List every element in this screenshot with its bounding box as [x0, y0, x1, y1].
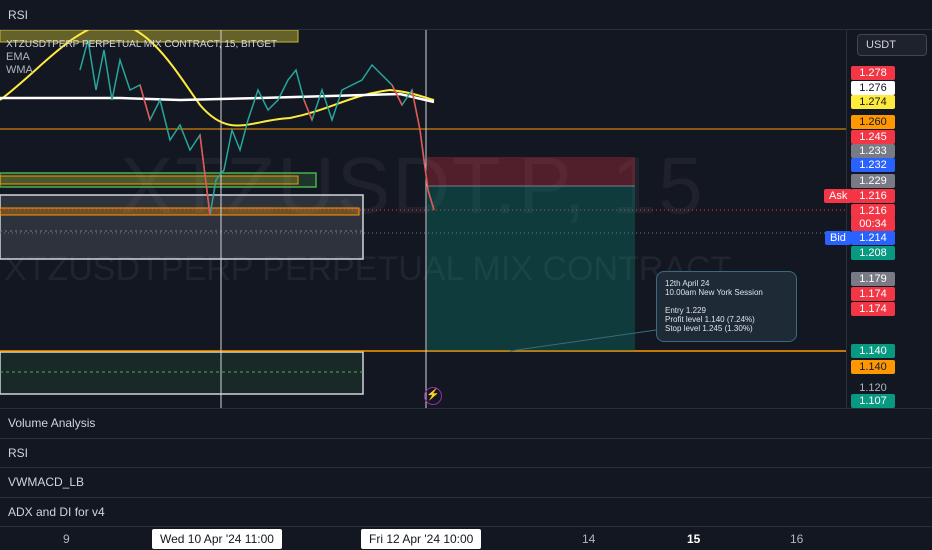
demand-zone-inner: [0, 175, 299, 185]
time-tick: 15: [687, 532, 701, 546]
rsi-top-pane[interactable]: RSI: [0, 0, 932, 30]
price-label: 1.140: [851, 360, 895, 374]
price-label: 1.274: [851, 95, 895, 109]
pane-label: VWMACD_LB: [8, 475, 85, 489]
price-label: 1.120: [859, 382, 887, 394]
indicator-panes: Volume Analysis RSI VWMACD_LB ADX and DI…: [0, 408, 932, 526]
ema-line: [0, 92, 435, 104]
currency-selector[interactable]: USDT: [857, 34, 927, 56]
stop-loss-zone: [427, 157, 635, 186]
take-profit-zone: [427, 186, 635, 351]
bottom-zone: [0, 351, 364, 395]
price-label: 1.174: [851, 287, 895, 301]
price-label: 1.216: [851, 204, 895, 218]
pane-rsi[interactable]: RSI: [0, 438, 932, 468]
price-label: 1.107: [851, 394, 895, 408]
price-label: 1.278: [851, 66, 895, 80]
symbol-title[interactable]: XTZUSDTPERP PERPETUAL MIX CONTRACT, 15, …: [6, 38, 277, 51]
range-box-gray: [0, 194, 364, 260]
price-label: 1.245: [851, 130, 895, 144]
note-stop: Stop level 1.245 (1.30%): [665, 324, 753, 333]
time-cursor-label-1: Wed 10 Apr '24 11:00: [152, 529, 282, 549]
note-session: 10.00am New York Session: [665, 288, 763, 297]
wma-legend[interactable]: WMA: [6, 64, 277, 77]
note-profit: Profit level 1.140 (7.24%): [665, 315, 755, 324]
note-date: 12th April 24: [665, 279, 710, 288]
bid-tag: Bid: [825, 231, 851, 245]
chart-legend: XTZUSDTPERP PERPETUAL MIX CONTRACT, 15, …: [6, 38, 277, 77]
pane-label: RSI: [8, 446, 29, 460]
pane-label: Volume Analysis: [8, 416, 96, 430]
pane-vwmacd[interactable]: VWMACD_LB: [0, 467, 932, 497]
price-label: 1.179: [851, 272, 895, 286]
price-label: 1.233: [851, 144, 895, 158]
price-label: 1.232: [851, 158, 895, 172]
time-tick: 14: [582, 532, 596, 546]
pane-adx[interactable]: ADX and DI for v4: [0, 497, 932, 527]
price-label: 00:34: [851, 217, 895, 231]
trade-note[interactable]: 12th April 24 10.00am New York Session E…: [656, 271, 797, 342]
rsi-pane-label: RSI: [8, 8, 29, 22]
price-label: 1.208: [851, 246, 895, 260]
note-entry: Entry 1.229: [665, 306, 706, 315]
price-label: 1.140: [851, 344, 895, 358]
pane-label: ADX and DI for v4: [8, 505, 105, 519]
price-label: 1.174: [851, 302, 895, 316]
ema-legend[interactable]: EMA: [6, 51, 277, 64]
price-chart[interactable]: XTZUSDT.P, 15 XTZUSDTPERP PERPETUAL MIX …: [0, 30, 846, 408]
price-label: 1.276: [851, 81, 895, 95]
price-label: 1.214: [851, 231, 895, 245]
time-tick: 16: [790, 532, 804, 546]
time-cursor-label-2: Fri 12 Apr '24 10:00: [361, 529, 482, 549]
time-tick: 9: [63, 532, 70, 546]
price-label: 1.229: [851, 174, 895, 188]
lightning-icon[interactable]: ⚡: [424, 387, 442, 405]
price-label: 1.216: [851, 189, 895, 203]
range-box-orange: [0, 207, 360, 216]
ask-tag: Ask: [824, 189, 853, 203]
chart-canvas[interactable]: [0, 30, 846, 408]
pane-volume-analysis[interactable]: Volume Analysis: [0, 408, 932, 438]
time-axis[interactable]: 9 Wed 10 Apr '24 11:00 Fri 12 Apr '24 10…: [0, 526, 932, 550]
price-label: 1.260: [851, 115, 895, 129]
